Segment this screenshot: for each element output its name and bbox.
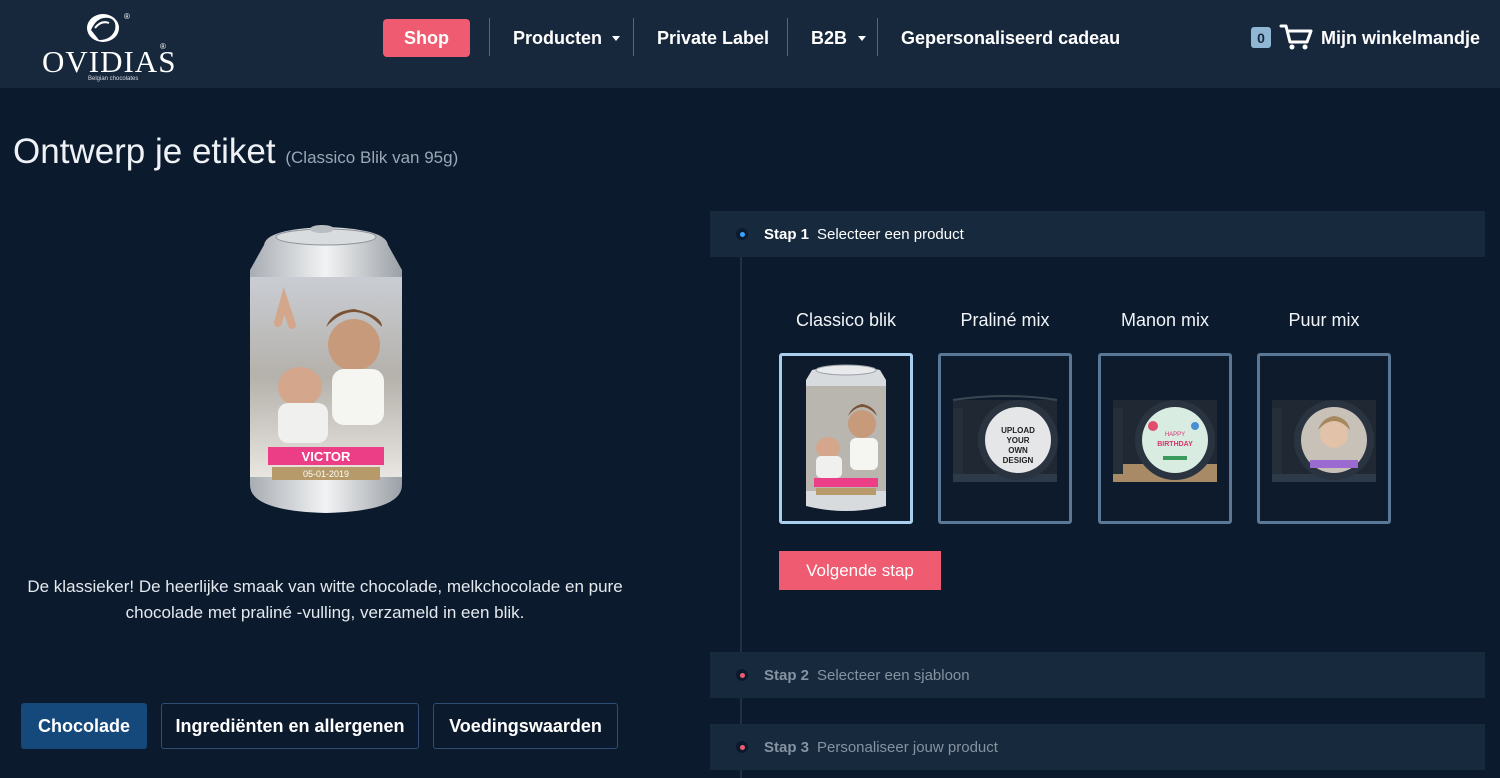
- step-1-label: Selecteer een product: [817, 225, 964, 243]
- cart-count-badge[interactable]: 0: [1251, 27, 1271, 48]
- next-step-button[interactable]: Volgende stap: [779, 551, 941, 590]
- steps-timeline: [740, 256, 742, 778]
- b2b-caret-icon[interactable]: [858, 36, 866, 41]
- step-3-number: Stap 3: [764, 738, 810, 756]
- product-preview-can: VICTOR 05-01-2019: [250, 225, 402, 513]
- page-title: Ontwerp je etiket (Classico Blik van 95g…: [13, 132, 458, 172]
- nav-divider: [489, 18, 490, 56]
- product-card-manon-mix[interactable]: HAPPY BIRTHDAY: [1098, 353, 1232, 524]
- product-card-praline-mix[interactable]: UPLOAD YOUR OWN DESIGN: [938, 353, 1072, 524]
- logo-tagline: Belgian chocolates: [88, 76, 139, 82]
- lid-text-happy: HAPPY: [1165, 432, 1185, 438]
- product-label-puur-mix: Puur mix: [1288, 310, 1360, 330]
- nav-shop-button[interactable]: Shop: [383, 19, 470, 57]
- nav-mijn-winkelmandje[interactable]: Mijn winkelmandje: [1321, 28, 1480, 49]
- lid-text-upload: UPLOAD: [1001, 426, 1035, 435]
- nav-divider: [787, 18, 788, 56]
- site-header: ® OVIDIAS ® Belgian chocolates Shop Prod…: [0, 0, 1500, 88]
- product-card-puur-mix[interactable]: [1257, 353, 1391, 524]
- step-2-dot-icon: [736, 669, 748, 681]
- step-2-number: Stap 2: [764, 666, 810, 684]
- step-2-header[interactable]: Stap 2 Selecteer een sjabloon: [710, 652, 1485, 698]
- can-date-text: 05-01-2019: [303, 469, 349, 479]
- nav-b2b[interactable]: B2B: [811, 28, 847, 49]
- step-1-number: Stap 1: [764, 225, 810, 243]
- step-2-label: Selecteer een sjabloon: [817, 666, 970, 684]
- can-name-text: VICTOR: [302, 449, 351, 464]
- lid-text-own: OWN: [1008, 446, 1028, 455]
- nav-divider: [877, 18, 878, 56]
- ovidias-logo[interactable]: ® OVIDIAS ® Belgian chocolates: [40, 10, 175, 82]
- step-3-header[interactable]: Stap 3 Personaliseer jouw product: [710, 724, 1485, 770]
- manon-mix-thumbnail: HAPPY BIRTHDAY: [1113, 400, 1217, 482]
- step-1-dot-icon: [736, 228, 748, 240]
- step-3-dot-icon: [736, 741, 748, 753]
- step-3-label: Personaliseer jouw product: [817, 738, 998, 756]
- step-1-header[interactable]: Stap 1 Selecteer een product: [710, 211, 1485, 257]
- praline-mix-thumbnail: UPLOAD YOUR OWN DESIGN: [952, 395, 1058, 482]
- nav-private-label[interactable]: Private Label: [657, 28, 769, 49]
- tab-ingredienten-en-allergenen[interactable]: Ingrediënten en allergenen: [161, 703, 419, 749]
- product-label-praline-mix: Praliné mix: [960, 310, 1050, 330]
- product-description: De klassieker! De heerlijke smaak van wi…: [27, 577, 623, 622]
- lid-text-birthday: BIRTHDAY: [1157, 441, 1193, 448]
- product-card-classico-blik[interactable]: [779, 353, 913, 524]
- nav-producten[interactable]: Producten: [513, 28, 602, 49]
- tab-chocolade[interactable]: Chocolade: [21, 703, 147, 749]
- lid-text-your: YOUR: [1006, 436, 1029, 445]
- shopping-cart-icon[interactable]: [1279, 23, 1313, 51]
- tab-voedingswaarden[interactable]: Voedingswaarden: [433, 703, 618, 749]
- classico-can-thumbnail: [806, 364, 886, 511]
- producten-caret-icon[interactable]: [612, 36, 620, 41]
- nav-divider: [633, 18, 634, 56]
- page-title-text: Ontwerp je etiket: [13, 132, 276, 171]
- puur-mix-thumbnail: [1272, 400, 1376, 482]
- nav-gepersonaliseerd-cadeau[interactable]: Gepersonaliseerd cadeau: [901, 28, 1120, 49]
- logo-wordmark: OVIDIAS: [42, 44, 177, 79]
- product-label-manon-mix: Manon mix: [1120, 310, 1210, 330]
- page-subtitle: (Classico Blik van 95g): [285, 148, 459, 167]
- lid-text-design: DESIGN: [1003, 456, 1034, 465]
- product-label-classico-blik: Classico blik: [795, 310, 897, 330]
